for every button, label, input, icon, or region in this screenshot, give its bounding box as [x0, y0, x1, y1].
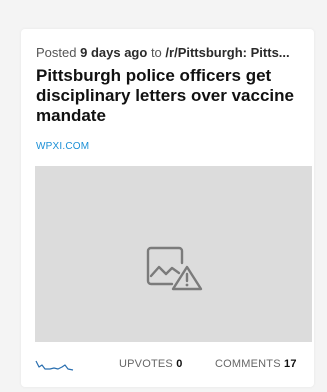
subreddit-link[interactable]: /r/Pittsburgh: Pitts...: [165, 45, 289, 60]
source-domain-link[interactable]: WPXI.COM: [36, 141, 89, 153]
broken-image-warning-icon: [146, 246, 203, 291]
post-card[interactable]: Posted 9 days ago to /r/Pittsburgh: Pitt…: [21, 29, 314, 387]
post-age: 9 days ago: [80, 45, 148, 60]
upvotes-label: UPVOTES: [119, 358, 173, 370]
comments-stat[interactable]: COMMENTS 17: [215, 357, 297, 371]
comments-label: COMMENTS: [215, 358, 281, 370]
post-footer: UPVOTES 0 COMMENTS 17: [21, 356, 314, 374]
post-thumbnail[interactable]: [35, 166, 312, 342]
post-meta: Posted 9 days ago to /r/Pittsburgh: Pitt…: [36, 45, 306, 61]
posted-label: Posted: [36, 45, 77, 60]
upvotes-count: 0: [176, 358, 183, 370]
post-title[interactable]: Pittsburgh police officers get disciplin…: [36, 66, 306, 126]
to-label: to: [150, 45, 162, 60]
activity-sparkline-icon: [35, 360, 74, 371]
comments-count: 17: [284, 358, 297, 370]
upvotes-stat[interactable]: UPVOTES 0: [119, 357, 183, 371]
